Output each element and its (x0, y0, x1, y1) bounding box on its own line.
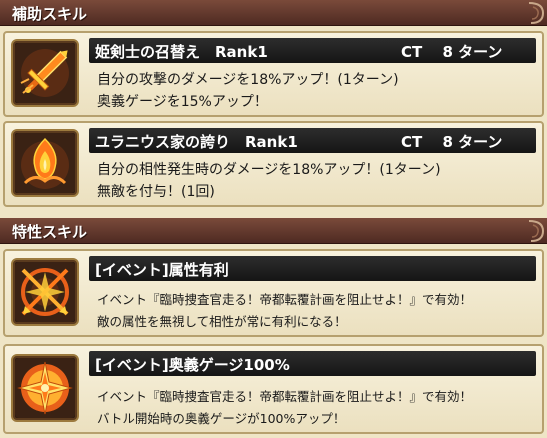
skill-description-line: 自分の相性発生時のダメージを18%アップ！(1ターン) (97, 162, 441, 178)
sword-icon (15, 43, 75, 103)
section-header-trait-skills: 特性スキル (0, 218, 547, 244)
skill-cooldown: CT 8 ターン (401, 133, 503, 151)
skill-cooldown: CT 8 ターン (401, 43, 503, 61)
section-title: 補助スキル (12, 5, 88, 23)
trait-name: [イベント]奥義ゲージ100% (95, 356, 290, 374)
scroll-curl-icon (528, 220, 545, 242)
scroll-curl-icon (528, 2, 545, 24)
section-header-support-skills: 補助スキル (0, 0, 547, 26)
crossed-arrows-icon (15, 262, 75, 322)
skill-name: 姫剣士の召替え Rank1 (95, 43, 268, 61)
trait-description-line: イベント『臨時捜査官走る！帝都転覆計画を阻止せよ！』で有効！ (97, 389, 473, 404)
trait-card[interactable]: [イベント]奥義ゲージ100% イベント『臨時捜査官走る！帝都転覆計画を阻止せよ… (3, 344, 544, 434)
trait-description-line: イベント『臨時捜査官走る！帝都転覆計画を阻止せよ！』で有効！ (97, 292, 473, 307)
trait-title-bar: [イベント]属性有利 (89, 256, 536, 281)
starburst-icon (15, 358, 75, 418)
skill-card[interactable]: 姫剣士の召替え Rank1 CT 8 ターン 自分の攻撃のダメージを18%アップ… (3, 31, 544, 117)
trait-title-bar: [イベント]奥義ゲージ100% (89, 351, 536, 376)
skill-description-line: 奥義ゲージを15%アップ！ (97, 94, 268, 110)
trait-description-line: 敵の属性を無視して相性が常に有利になる！ (97, 314, 347, 329)
skill-title-bar: 姫剣士の召替え Rank1 CT 8 ターン (89, 38, 536, 63)
flame-crest-icon (15, 133, 75, 193)
skill-icon-frame (11, 39, 79, 107)
skill-icon-frame (11, 129, 79, 197)
trait-icon-frame (11, 354, 79, 422)
skill-card[interactable]: ユラニウス家の誇り Rank1 CT 8 ターン 自分の相性発生時のダメージを1… (3, 121, 544, 207)
trait-description-line: バトル開始時の奥義ゲージが100%アップ！ (97, 411, 346, 426)
section-title: 特性スキル (12, 223, 88, 241)
trait-name: [イベント]属性有利 (95, 261, 229, 279)
trait-card[interactable]: [イベント]属性有利 イベント『臨時捜査官走る！帝都転覆計画を阻止せよ！』で有効… (3, 249, 544, 337)
trait-icon-frame (11, 258, 79, 326)
skill-description-line: 自分の攻撃のダメージを18%アップ！(1ターン) (97, 72, 399, 88)
skill-title-bar: ユラニウス家の誇り Rank1 CT 8 ターン (89, 128, 536, 153)
skill-description-line: 無敵を付与！(1回) (97, 184, 215, 200)
skill-name: ユラニウス家の誇り Rank1 (95, 133, 298, 151)
